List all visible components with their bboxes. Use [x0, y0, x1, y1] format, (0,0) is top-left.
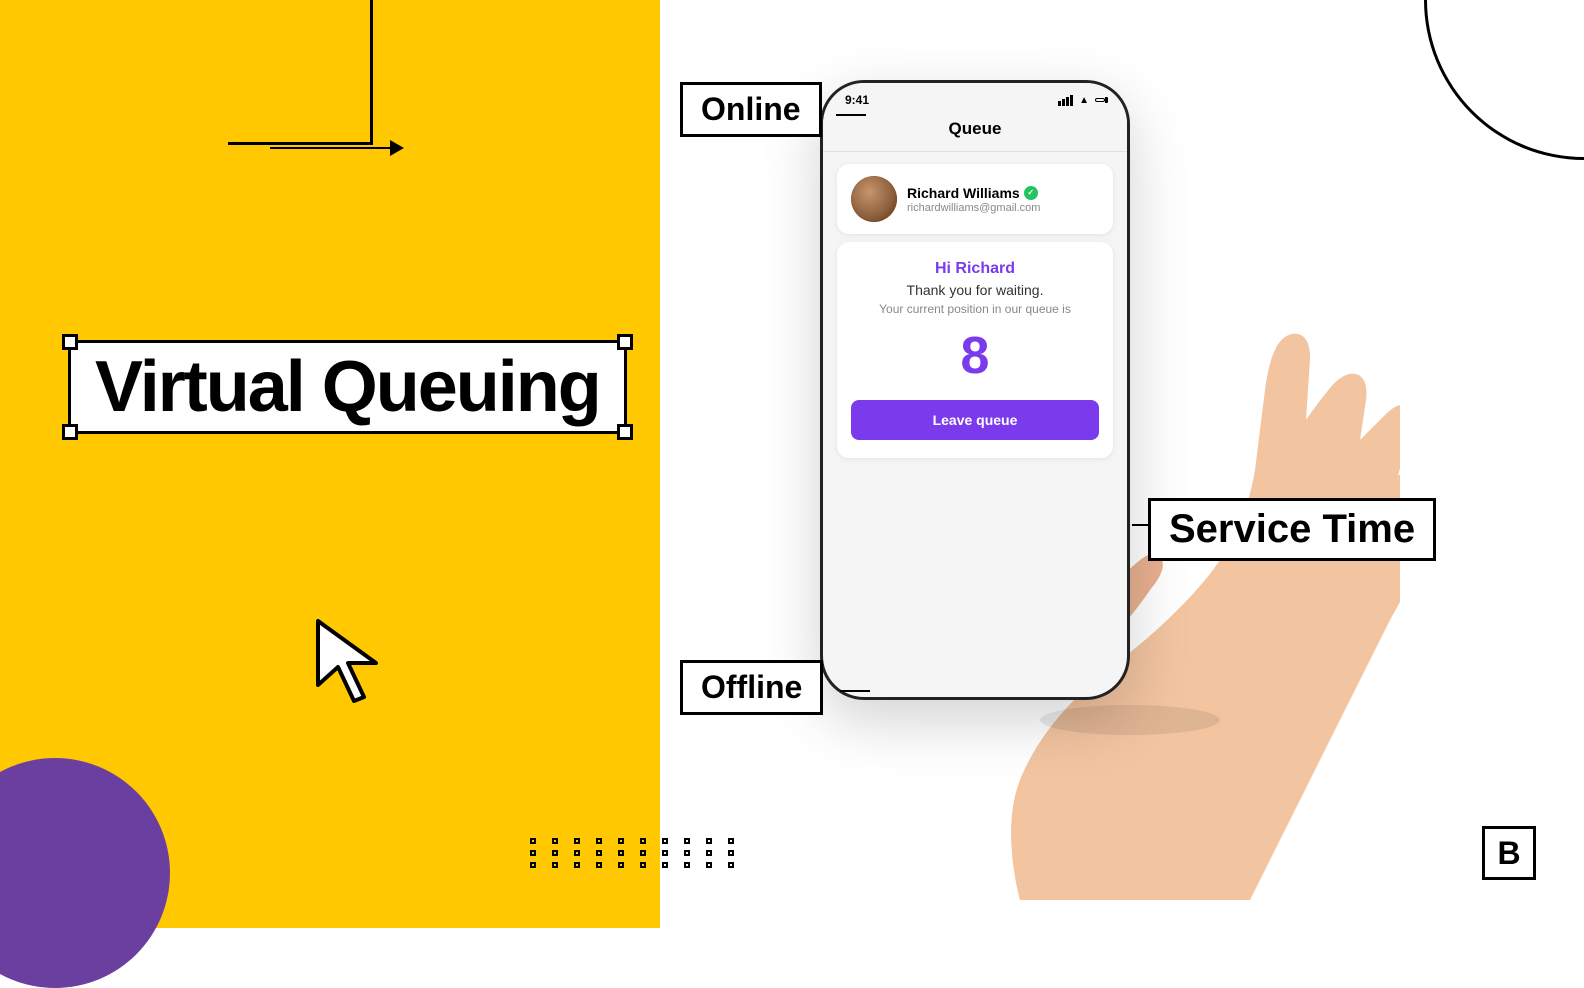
brand-logo: B	[1482, 826, 1536, 880]
corner-br	[617, 424, 633, 440]
signal-bar-1	[1058, 101, 1061, 106]
avatar-face	[851, 176, 897, 222]
queue-thankyou: Thank you for waiting.	[851, 282, 1099, 298]
queue-greeting: Hi Richard	[851, 260, 1099, 278]
signal-bar-2	[1062, 99, 1065, 106]
wifi-icon: ▲	[1079, 95, 1089, 106]
user-avatar	[851, 176, 897, 222]
user-email: richardwilliams@gmail.com	[907, 202, 1099, 214]
phone-header-title: Queue	[949, 119, 1002, 138]
queue-number: 8	[851, 330, 1099, 382]
service-time-label: Service Time	[1169, 507, 1415, 551]
brand-letter: B	[1497, 835, 1520, 872]
signal-bars	[1058, 95, 1073, 106]
status-time: 9:41	[845, 93, 869, 107]
offline-connector-line	[840, 690, 870, 692]
status-icons: ▲	[1058, 95, 1105, 106]
signal-bar-4	[1070, 95, 1073, 106]
verified-icon: ✓	[1024, 186, 1038, 200]
offline-label: Offline	[701, 669, 802, 705]
main-title: Virtual Queuing	[95, 347, 600, 427]
phone-frame: 9:41 ▲ Queue	[820, 80, 1130, 700]
corner-tl	[62, 334, 78, 350]
phone-mockup: 9:41 ▲ Queue	[820, 80, 1130, 700]
deco-square-top	[228, 0, 373, 145]
leave-queue-button[interactable]: Leave queue	[851, 400, 1099, 440]
offline-label-box: Offline	[680, 660, 823, 715]
queue-position-text: Your current position in our queue is	[851, 302, 1099, 316]
cursor-icon	[310, 613, 390, 718]
user-card: Richard Williams ✓ richardwilliams@gmail…	[837, 164, 1113, 234]
online-label: Online	[701, 91, 801, 127]
deco-arrow	[270, 140, 404, 156]
user-name: Richard Williams ✓	[907, 185, 1099, 201]
online-label-box: Online	[680, 82, 822, 137]
signal-bar-3	[1066, 97, 1069, 106]
online-connector-line	[836, 114, 866, 116]
deco-grid	[530, 838, 744, 868]
user-info: Richard Williams ✓ richardwilliams@gmail…	[907, 185, 1099, 214]
title-box: Virtual Queuing	[68, 340, 627, 434]
service-time-label-box: Service Time	[1148, 498, 1436, 561]
corner-tr	[617, 334, 633, 350]
phone-status-bar: 9:41 ▲	[823, 83, 1127, 111]
phone-header: Queue	[823, 111, 1127, 152]
queue-card: Hi Richard Thank you for waiting. Your c…	[837, 242, 1113, 458]
corner-bl	[62, 424, 78, 440]
battery-icon	[1095, 98, 1105, 102]
